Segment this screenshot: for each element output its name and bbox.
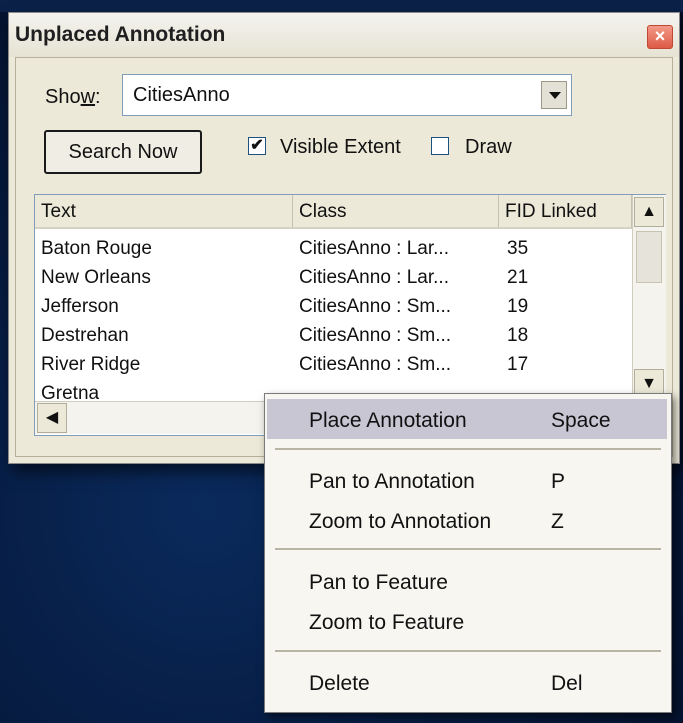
row-text-cell[interactable]: New Orleans [41, 267, 151, 289]
show-dropdown[interactable]: CitiesAnno [122, 74, 572, 116]
menu-separator [275, 448, 661, 450]
column-header-text[interactable]: Text [35, 195, 293, 229]
row-fid-cell[interactable]: 21 [507, 267, 528, 289]
chevron-down-icon[interactable] [541, 81, 567, 109]
draw-label[interactable]: Draw [465, 136, 512, 159]
draw-checkbox[interactable] [431, 137, 449, 155]
visible-extent-checkbox[interactable]: ✔ [248, 137, 266, 155]
scrollbar-thumb[interactable] [636, 231, 662, 283]
row-fid-cell[interactable]: 17 [507, 354, 528, 376]
menu-item-pan-to-annotation[interactable]: Pan to Annotation P [267, 460, 667, 500]
row-text-cell[interactable]: River Ridge [41, 354, 140, 376]
row-fid-cell[interactable]: 18 [507, 325, 528, 347]
row-fid-cell[interactable]: 19 [507, 296, 528, 318]
desktop-background [0, 0, 683, 12]
vertical-scrollbar[interactable]: ▲ ▼ [632, 195, 666, 401]
show-dropdown-value: CitiesAnno [133, 84, 230, 106]
row-class-cell[interactable]: CitiesAnno : Lar... [299, 267, 449, 289]
context-menu: Place Annotation Space Pan to Annotation… [264, 393, 672, 713]
row-class-cell[interactable]: CitiesAnno : Sm... [299, 296, 451, 318]
search-now-button[interactable]: Search Now [44, 130, 202, 174]
arrow-left-icon[interactable]: ◀ [37, 403, 67, 433]
column-header-class[interactable]: Class [293, 195, 499, 229]
close-button[interactable]: × [647, 25, 673, 49]
column-header-fid-linked[interactable]: FID Linked [499, 195, 632, 229]
visible-extent-label[interactable]: Visible Extent [280, 136, 401, 159]
menu-separator [275, 650, 661, 652]
arrow-up-icon[interactable]: ▲ [634, 197, 664, 227]
menu-item-place-annotation[interactable]: Place Annotation Space [267, 399, 667, 439]
checkmark-icon: ✔ [250, 137, 264, 154]
row-text-cell[interactable]: Baton Rouge [41, 238, 152, 260]
menu-item-pan-to-feature[interactable]: Pan to Feature [267, 561, 667, 601]
show-label: Show: [45, 86, 101, 108]
menu-item-zoom-to-feature[interactable]: Zoom to Feature [267, 601, 667, 641]
row-class-cell[interactable]: CitiesAnno : Sm... [299, 354, 451, 376]
menu-item-delete[interactable]: Delete Del [267, 662, 667, 702]
row-fid-cell[interactable]: 35 [507, 238, 528, 260]
row-text-cell[interactable]: Destrehan [41, 325, 129, 347]
close-icon: × [654, 26, 666, 46]
title-bar[interactable]: Unplaced Annotation × [9, 13, 679, 57]
menu-separator [275, 548, 661, 550]
menu-item-zoom-to-annotation[interactable]: Zoom to Annotation Z [267, 500, 667, 540]
row-class-cell[interactable]: CitiesAnno : Sm... [299, 325, 451, 347]
row-class-cell[interactable]: CitiesAnno : Lar... [299, 238, 449, 260]
dialog-title: Unplaced Annotation [15, 23, 226, 46]
row-text-cell[interactable]: Jefferson [41, 296, 119, 318]
